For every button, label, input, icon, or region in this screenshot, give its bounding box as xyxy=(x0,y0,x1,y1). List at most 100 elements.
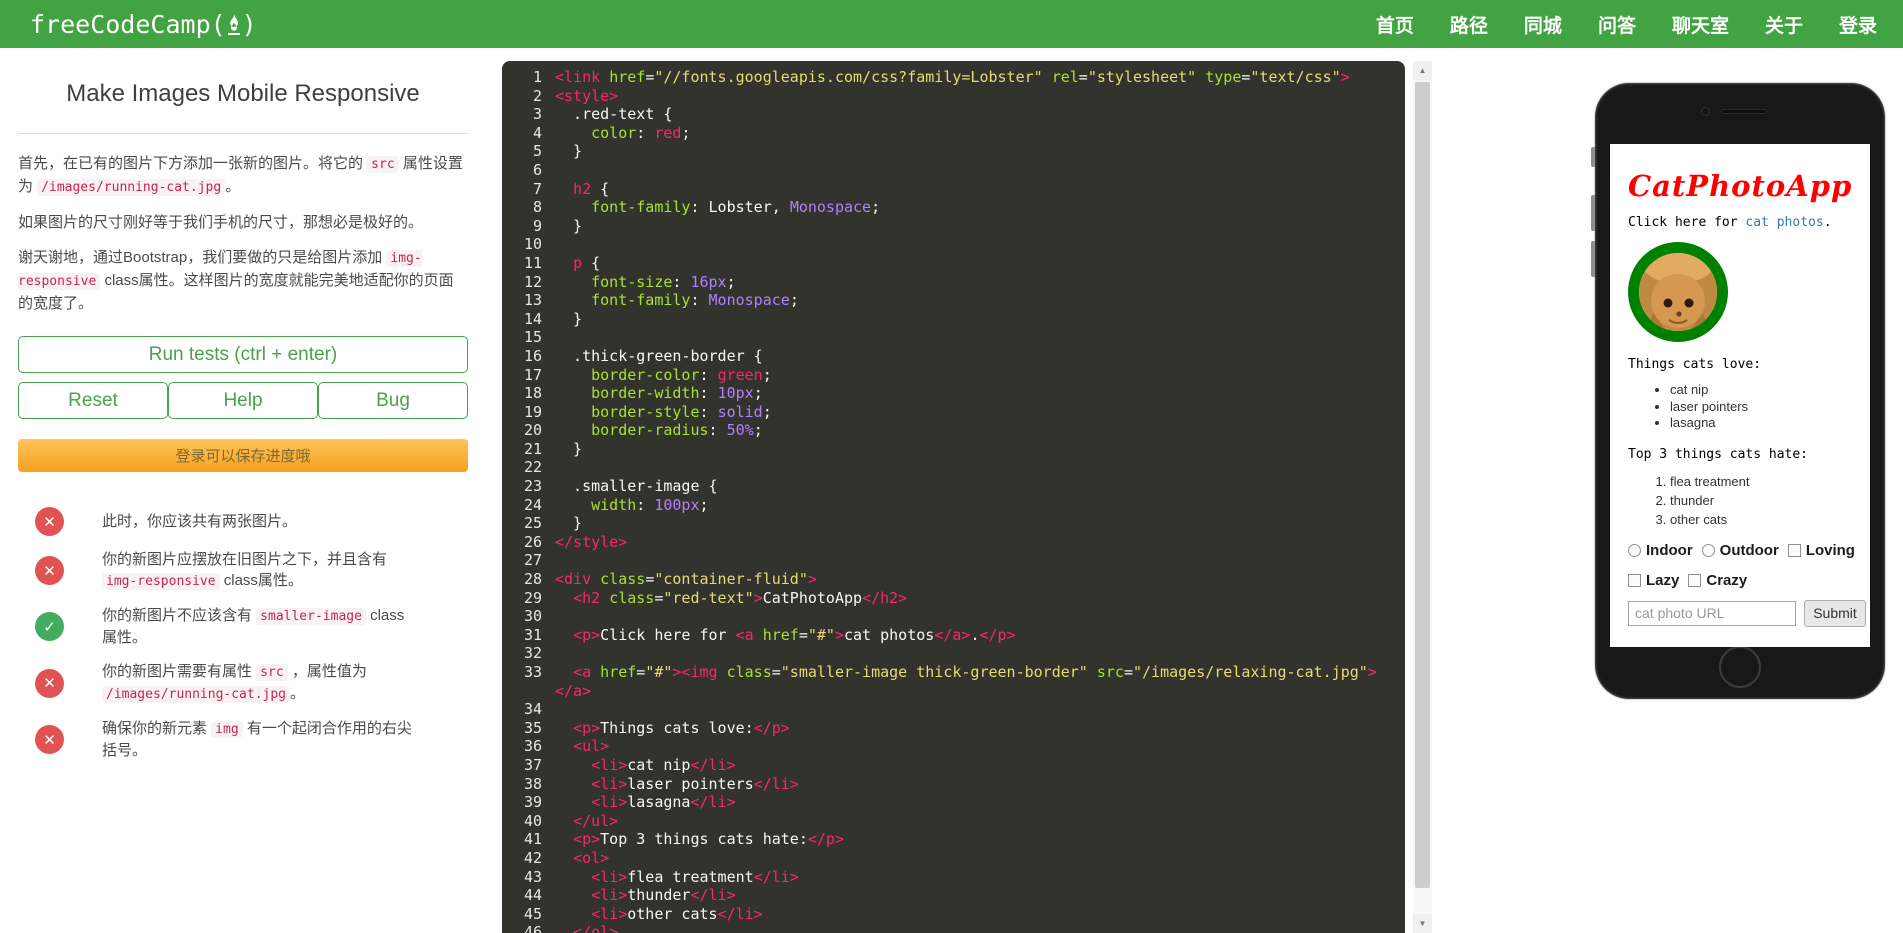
nav-item-city[interactable]: 同城 xyxy=(1524,11,1562,38)
line-number: 10 xyxy=(523,235,542,254)
challenge-description: 首先，在已有的图片下方添加一张新的图片。将它的 src 属性设置为 /image… xyxy=(18,153,468,315)
code-editor[interactable]: 1 <link href="//fonts.googleapis.com/css?… xyxy=(502,61,1405,933)
phone-home-button xyxy=(1719,646,1761,688)
crazy-checkbox[interactable] xyxy=(1688,573,1702,587)
inline-code: smaller-image xyxy=(256,608,366,625)
editor-scrollbar[interactable]: ▲ ▼ xyxy=(1413,61,1432,933)
list-item: other cats xyxy=(1670,510,1870,529)
photo-url-form: Submit xyxy=(1628,599,1870,627)
submit-button[interactable]: Submit xyxy=(1804,599,1866,627)
code-text: border-color: green; xyxy=(591,365,772,384)
scroll-down-arrow-icon[interactable]: ▼ xyxy=(1413,914,1432,933)
code-line: 27 xyxy=(502,551,1405,570)
line-number: 19 xyxy=(523,402,542,421)
code-text: <ul> xyxy=(573,737,610,756)
indoor-radio[interactable] xyxy=(1628,543,1641,557)
code-line: 3 .red-text { xyxy=(502,105,1405,124)
code-text: p { xyxy=(573,253,601,272)
help-button[interactable]: Help xyxy=(168,382,318,419)
cross-icon: ✕ xyxy=(35,507,64,536)
nav-item-chat[interactable]: 聊天室 xyxy=(1672,11,1729,38)
line-number: 8 xyxy=(532,198,542,217)
text-run: 此时，你应该共有两张图片。 xyxy=(102,513,298,530)
code-text: <p>Click here for <a href="#">cat photos… xyxy=(573,625,1016,644)
nav-item-map[interactable]: 路径 xyxy=(1450,11,1488,38)
lazy-checkbox[interactable] xyxy=(1628,573,1641,587)
secondary-buttons: Reset Help Bug xyxy=(18,382,468,419)
code-text: font-family: Monospace; xyxy=(591,291,799,310)
line-number: 4 xyxy=(532,123,542,142)
code-text: <li>cat nip</li> xyxy=(591,755,736,774)
reset-button[interactable]: Reset xyxy=(18,382,168,419)
code-line: 7 h2 { xyxy=(502,180,1405,199)
code-text: <a href="#"><img class="smaller-image th… xyxy=(573,663,1377,681)
code-text: <li>thunder</li> xyxy=(591,886,736,905)
line-number: 34 xyxy=(523,700,542,719)
nav-menu: 首页 路径 同城 问答 聊天室 关于 登录 xyxy=(1376,11,1877,38)
cat-photo[interactable] xyxy=(1628,242,1728,342)
code-line: 14 } xyxy=(502,310,1405,329)
code-line: 31 <p>Click here for <a href="#">cat pho… xyxy=(502,626,1405,645)
code-line: 22 xyxy=(502,458,1405,477)
code-text: border-radius: 50%; xyxy=(591,421,763,440)
line-number: 2 xyxy=(532,86,542,105)
text-run: 谢天谢地，通过Bootstrap，我们要做的只是给图片添加 xyxy=(18,249,387,266)
code-line: 24 width: 100px; xyxy=(502,496,1405,515)
code-line: 9 } xyxy=(502,217,1405,236)
code-text: </ul> xyxy=(573,811,619,830)
freecodecamp-logo[interactable]: freeCodeCamp( ) xyxy=(30,12,257,37)
test-results: ✕ 此时，你应该共有两张图片。 ✕ 你的新图片应摆放在旧图片之下，并且含有 img-r… xyxy=(18,507,468,761)
cross-icon: ✕ xyxy=(35,556,64,585)
line-number: 28 xyxy=(523,570,542,589)
description-paragraph: 谢天谢地，通过Bootstrap，我们要做的只是给图片添加 img-respon… xyxy=(18,247,468,315)
line-number: 25 xyxy=(523,514,542,533)
line-number: 23 xyxy=(523,477,542,496)
line-number xyxy=(502,682,542,701)
line-number: 43 xyxy=(523,867,542,886)
scrollbar-thumb[interactable] xyxy=(1415,82,1430,888)
line-number: 11 xyxy=(523,253,542,272)
nav-item-about[interactable]: 关于 xyxy=(1765,11,1803,38)
text-run: 首先，在已有的图片下方添加一张新的图片。将它的 xyxy=(18,155,368,172)
loving-checkbox[interactable] xyxy=(1787,543,1801,557)
text-run: 你的新图片需要有属性 xyxy=(102,663,257,680)
code-text: </style> xyxy=(555,532,628,551)
line-number: 31 xyxy=(523,625,542,644)
indoor-label: Indoor xyxy=(1646,541,1693,559)
code-line: 6 xyxy=(502,161,1405,180)
code-line: 11 p { xyxy=(502,254,1405,273)
code-line: 40 </ul> xyxy=(502,812,1405,831)
line-number: 41 xyxy=(523,830,542,849)
code-line: 12 font-size: 16px; xyxy=(502,273,1405,292)
nav-item-qa[interactable]: 问答 xyxy=(1598,11,1636,38)
text-run: 。 xyxy=(225,178,241,195)
code-line: 29 <h2 class="red-text">CatPhotoApp</h2> xyxy=(502,589,1405,608)
login-save-progress-button[interactable]: 登录可以保存进度哦 xyxy=(18,439,468,472)
scroll-up-arrow-icon[interactable]: ▲ xyxy=(1413,61,1432,80)
code-text: } xyxy=(555,439,583,458)
check-icon: ✓ xyxy=(35,612,64,641)
line-number: 6 xyxy=(532,160,542,179)
app-title: CatPhotoApp xyxy=(1628,169,1853,203)
loving-label: Loving xyxy=(1805,541,1855,559)
phone-mute-switch xyxy=(1591,147,1595,167)
code-text: </a> xyxy=(555,681,592,700)
line-number: 5 xyxy=(532,142,542,161)
run-tests-button[interactable]: Run tests (ctrl + enter) xyxy=(18,336,468,373)
cat-photo-url-input[interactable] xyxy=(1628,600,1796,626)
code-line: 26 </style> xyxy=(502,533,1405,552)
description-paragraph: 如果图片的尺寸刚好等于我们手机的尺寸，那想必是极好的。 xyxy=(18,212,468,234)
bug-button[interactable]: Bug xyxy=(318,382,468,419)
code-text: .thick-green-border { xyxy=(555,346,763,365)
inline-code: img-responsive xyxy=(102,573,220,590)
nav-item-signin[interactable]: 登录 xyxy=(1839,11,1877,38)
code-line: 25 } xyxy=(502,514,1405,533)
nav-item-home[interactable]: 首页 xyxy=(1376,11,1414,38)
code-line: 39 <li>lasagna</li> xyxy=(502,793,1405,812)
cat-photos-link[interactable]: cat photos xyxy=(1745,215,1823,230)
crazy-label: Crazy xyxy=(1706,571,1748,589)
line-number: 1 xyxy=(532,68,542,86)
code-line: 20 border-radius: 50%; xyxy=(502,421,1405,440)
inline-code: src xyxy=(367,156,399,173)
outdoor-radio[interactable] xyxy=(1701,543,1715,557)
